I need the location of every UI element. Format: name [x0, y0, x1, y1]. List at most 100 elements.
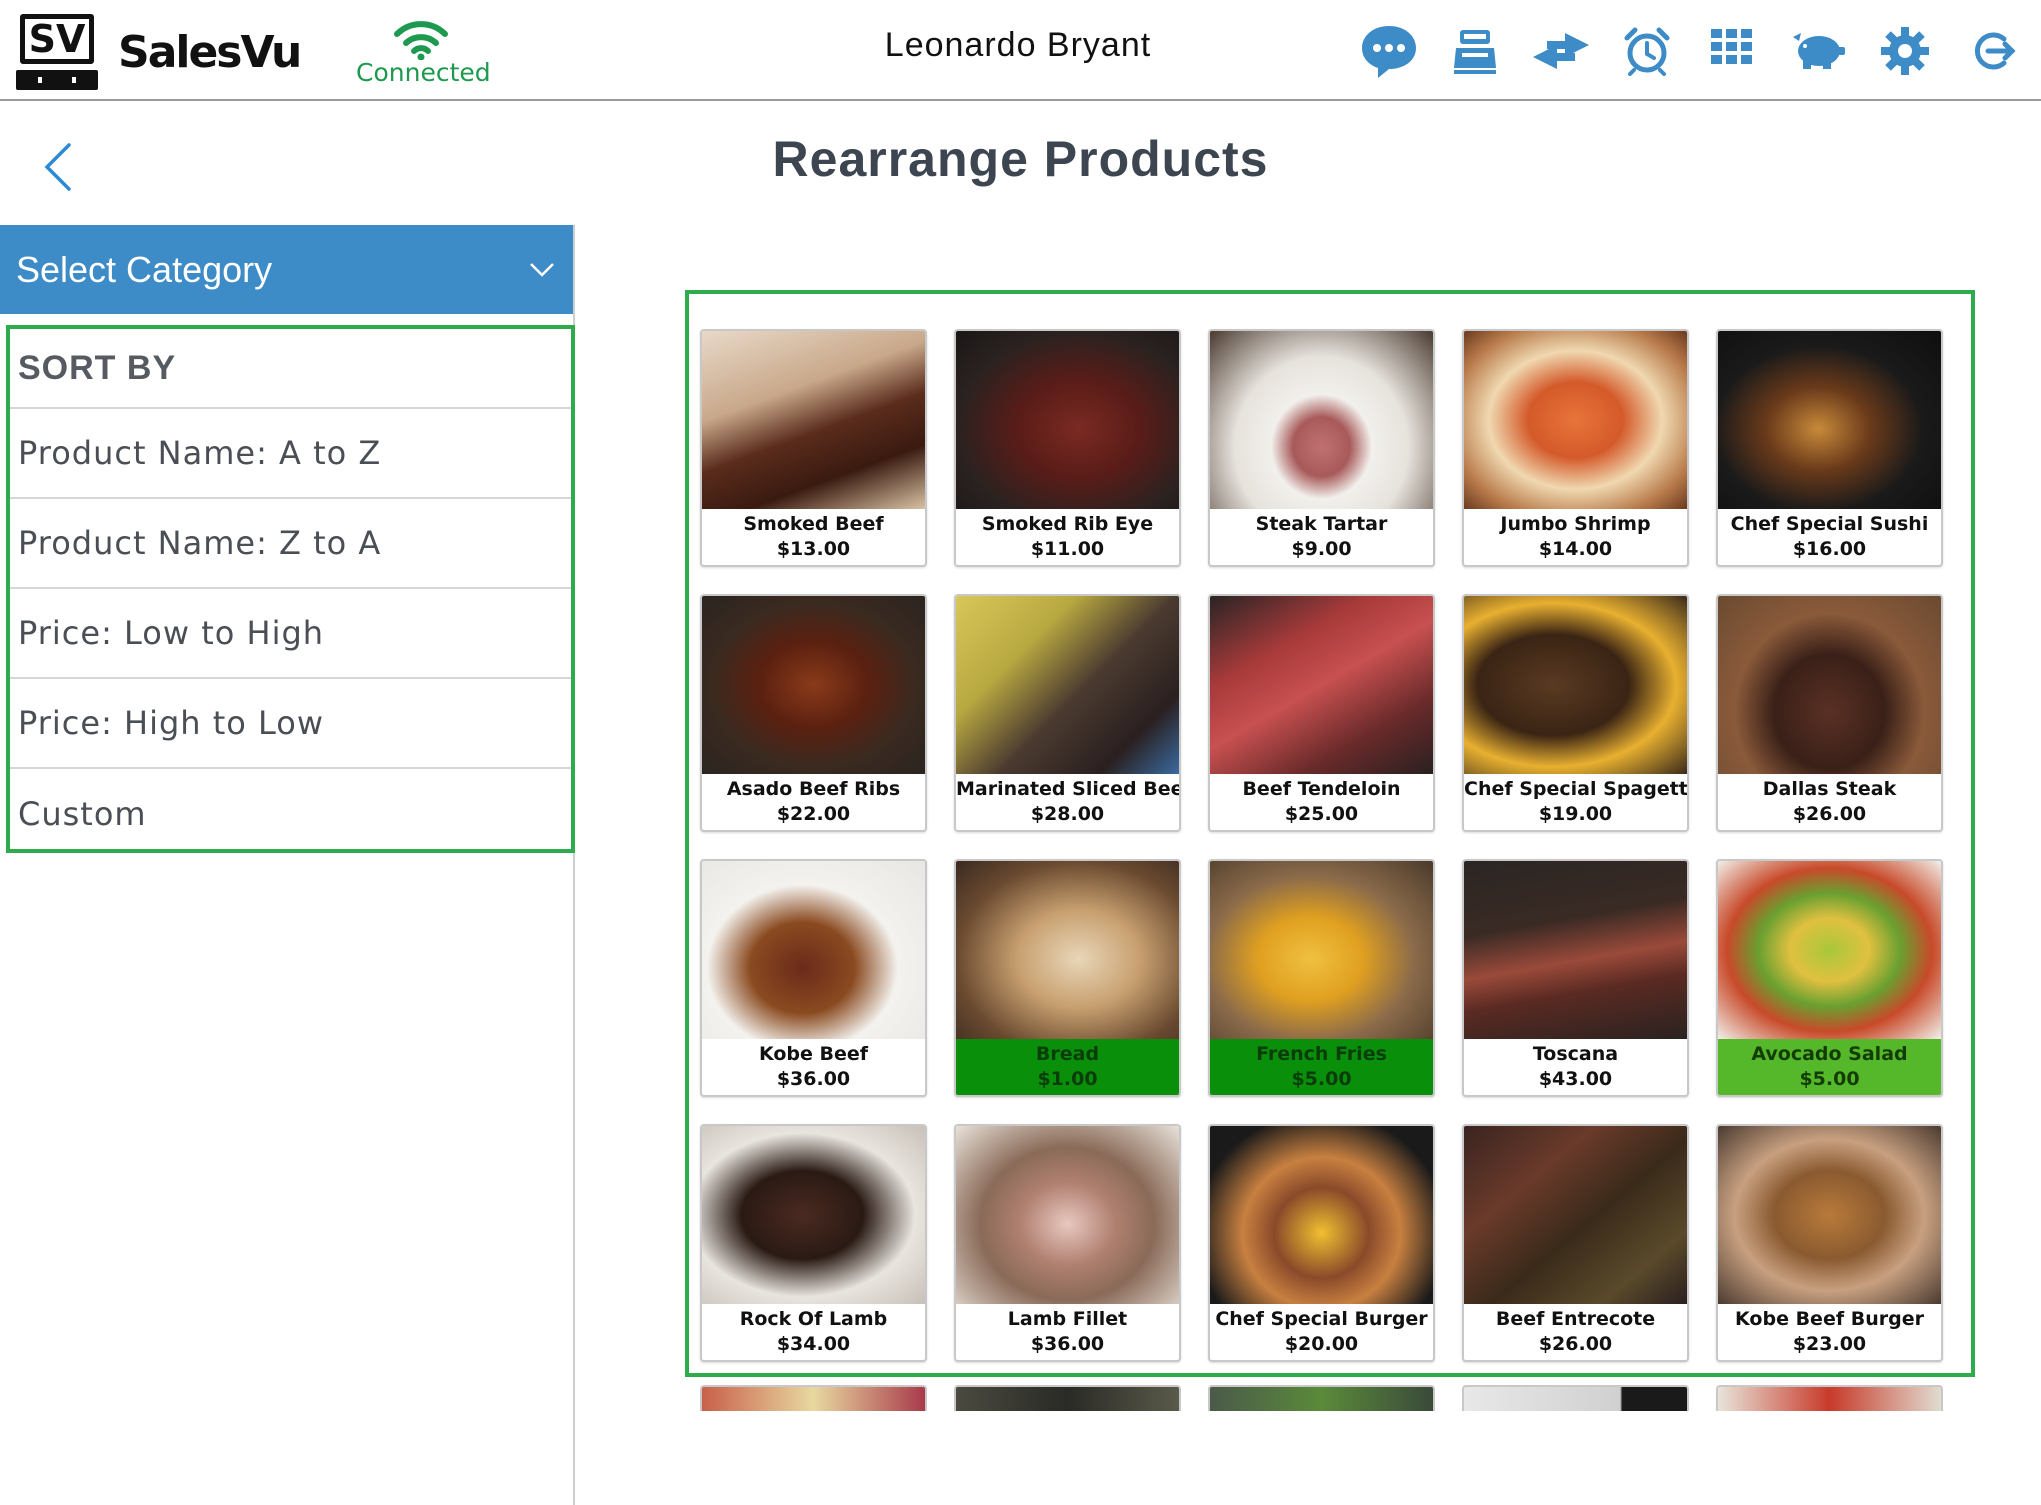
product-image	[702, 331, 925, 509]
product-price: $19.00	[1538, 803, 1613, 825]
product-name: Chef Special Spagetti	[1464, 778, 1687, 800]
product-name: Marinated Sliced Beef	[956, 778, 1179, 800]
product-price: $9.00	[1291, 538, 1352, 560]
product-name: Chef Special Sushi	[1730, 513, 1929, 535]
chevron-down-icon	[530, 262, 554, 277]
product-image	[702, 861, 925, 1039]
product-card[interactable]: Beef Tendeloin $25.00	[1208, 594, 1435, 832]
product-card[interactable]: Chef Special Sushi $16.00	[1716, 329, 1943, 567]
product-price: $16.00	[1792, 538, 1867, 560]
product-card-partial[interactable]	[1716, 1385, 1943, 1411]
product-price: $13.00	[776, 538, 851, 560]
settings-icon[interactable]	[1862, 18, 1948, 84]
category-select-label: Select Category	[16, 248, 273, 290]
register-icon[interactable]	[1432, 18, 1518, 84]
salesvu-logo: SV SalesVu	[16, 14, 302, 90]
product-grid: Smoked Beef $13.00 Smoked Rib Eye $11.00 S…	[700, 329, 1945, 1362]
product-card[interactable]: Jumbo Shrimp $14.00	[1462, 329, 1689, 567]
product-price: $23.00	[1792, 1333, 1867, 1355]
product-name: Smoked Beef	[743, 513, 884, 535]
product-image	[956, 331, 1179, 509]
top-bar: SV SalesVu Connected Leonardo Bryant	[0, 0, 2041, 101]
sort-option-custom[interactable]: Custom	[10, 769, 571, 859]
partial-product-row	[700, 1385, 1945, 1411]
chat-icon[interactable]	[1346, 18, 1432, 84]
product-name: Steak Tartar	[1255, 513, 1388, 535]
product-price: $11.00	[1030, 538, 1105, 560]
product-card[interactable]: Avocado Salad $5.00	[1716, 859, 1943, 1097]
product-card[interactable]: Chef Special Spagetti $19.00	[1462, 594, 1689, 832]
product-name: Beef Entrecote	[1495, 1308, 1656, 1330]
product-price: $34.00	[776, 1333, 851, 1355]
product-price: $43.00	[1538, 1068, 1613, 1090]
product-image	[1464, 596, 1687, 774]
product-card-partial[interactable]	[700, 1385, 927, 1411]
product-name: Kobe Beef	[758, 1043, 869, 1065]
product-card[interactable]: Kobe Beef Burger $23.00	[1716, 1124, 1943, 1362]
product-image	[1718, 1126, 1941, 1304]
app-name: SalesVu	[118, 26, 302, 78]
grid-icon[interactable]	[1690, 18, 1776, 84]
sort-option-name-desc[interactable]: Product Name: Z to A	[10, 499, 571, 589]
product-card[interactable]: Asado Beef Ribs $22.00	[700, 594, 927, 832]
product-card[interactable]: Kobe Beef $36.00	[700, 859, 927, 1097]
product-card[interactable]: Smoked Beef $13.00	[700, 329, 927, 567]
product-card[interactable]: Beef Entrecote $26.00	[1462, 1124, 1689, 1362]
product-price: $26.00	[1792, 803, 1867, 825]
product-name: Lamb Fillet	[1007, 1308, 1128, 1330]
connection-label: Connected	[356, 58, 491, 87]
connection-status: Connected	[356, 18, 491, 87]
product-name: Beef Tendeloin	[1242, 778, 1401, 800]
product-card[interactable]: French Fries $5.00	[1208, 859, 1435, 1097]
sort-option-price-desc[interactable]: Price: High to Low	[10, 679, 571, 769]
product-image	[1210, 596, 1433, 774]
piggy-bank-icon[interactable]	[1776, 18, 1862, 84]
product-card[interactable]: Lamb Fillet $36.00	[954, 1124, 1181, 1362]
product-image	[956, 1126, 1179, 1304]
product-card[interactable]: Rock Of Lamb $34.00	[700, 1124, 927, 1362]
product-name: Jumbo Shrimp	[1500, 513, 1651, 535]
category-select[interactable]: Select Category	[0, 225, 573, 314]
product-name: Chef Special Burger	[1215, 1308, 1428, 1330]
logo-mark-text: SV	[20, 14, 94, 64]
sort-by-heading: SORT BY	[10, 329, 571, 409]
product-price: $36.00	[776, 1068, 851, 1090]
product-card-partial[interactable]	[954, 1385, 1181, 1411]
product-card[interactable]: Steak Tartar $9.00	[1208, 329, 1435, 567]
product-card[interactable]: Chef Special Burger $20.00	[1208, 1124, 1435, 1362]
product-name: Kobe Beef Burger	[1735, 1308, 1924, 1330]
product-name: French Fries	[1256, 1043, 1387, 1065]
product-image	[1718, 861, 1941, 1039]
product-price: $36.00	[1030, 1333, 1105, 1355]
product-name: Asado Beef Ribs	[726, 778, 901, 800]
product-name: Rock Of Lamb	[739, 1308, 888, 1330]
product-price: $22.00	[776, 803, 851, 825]
logout-icon[interactable]	[1948, 18, 2034, 84]
product-image	[1718, 331, 1941, 509]
sort-option-price-asc[interactable]: Price: Low to High	[10, 589, 571, 679]
register-logo-icon: SV	[16, 14, 98, 90]
product-price: $5.00	[1799, 1068, 1860, 1090]
product-name: Dallas Steak	[1762, 778, 1897, 800]
product-name: Bread	[1035, 1043, 1100, 1065]
product-card[interactable]: Marinated Sliced Beef $28.00	[954, 594, 1181, 832]
product-price: $1.00	[1037, 1068, 1098, 1090]
product-image	[1210, 1126, 1433, 1304]
transfer-icon[interactable]	[1518, 18, 1604, 84]
product-image	[956, 596, 1179, 774]
product-image	[1210, 861, 1433, 1039]
product-image	[1464, 861, 1687, 1039]
product-card-partial[interactable]	[1462, 1385, 1689, 1411]
sort-by-panel: SORT BY Product Name: A to Z Product Nam…	[6, 325, 575, 853]
product-card[interactable]: Dallas Steak $26.00	[1716, 594, 1943, 832]
toolbar	[1346, 18, 2034, 84]
product-card[interactable]: Toscana $43.00	[1462, 859, 1689, 1097]
product-card[interactable]: Smoked Rib Eye $11.00	[954, 329, 1181, 567]
product-card[interactable]: Bread $1.00	[954, 859, 1181, 1097]
sort-option-name-asc[interactable]: Product Name: A to Z	[10, 409, 571, 499]
wifi-icon	[394, 21, 448, 60]
alarm-icon[interactable]	[1604, 18, 1690, 84]
product-card-partial[interactable]	[1208, 1385, 1435, 1411]
product-image	[1464, 331, 1687, 509]
user-name: Leonardo Bryant	[884, 26, 1152, 64]
